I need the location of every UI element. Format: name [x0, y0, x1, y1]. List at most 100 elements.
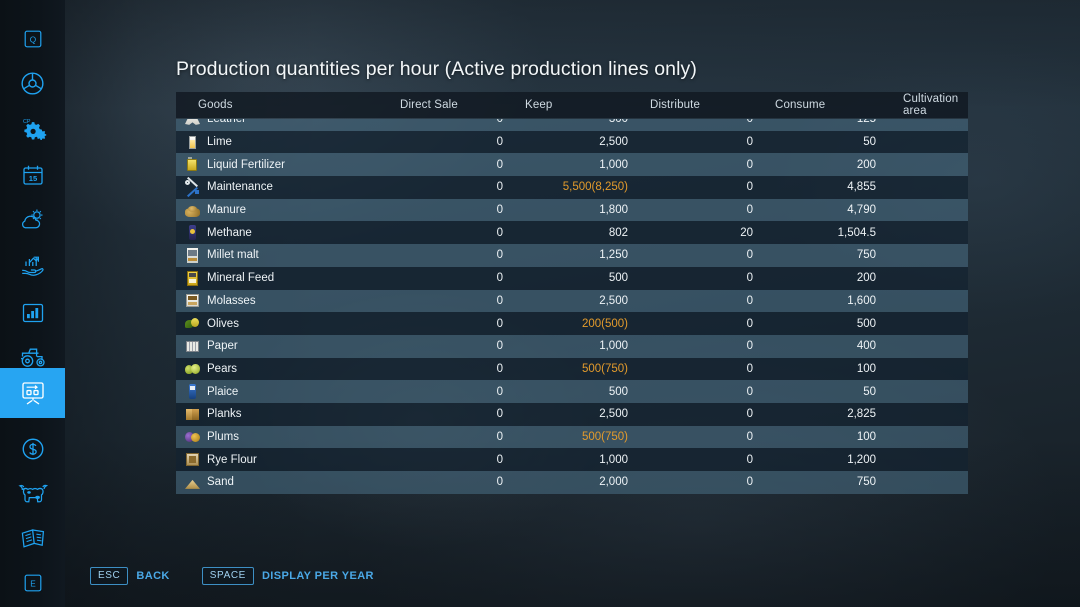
left-sidebar: Q CP 15 E: [0, 0, 65, 607]
distribute-value: 0: [746, 340, 753, 353]
e-key-icon: E: [22, 572, 44, 594]
table-row[interactable]: Leather 0 300 0 125: [176, 119, 968, 131]
plaice-icon: [185, 384, 200, 400]
direct-sale-value: 0: [496, 158, 503, 171]
sidebar-item-weather[interactable]: [0, 194, 65, 244]
cp-gears-icon: CP: [19, 115, 47, 143]
direct-sale-value: 0: [496, 362, 503, 375]
consume-value: 1,600: [847, 294, 876, 307]
distribute-value: 0: [746, 317, 753, 330]
table-row[interactable]: Lime 0 2,500 0 50: [176, 130, 968, 154]
distribute-value: 0: [746, 294, 753, 307]
distribute-value: 0: [746, 158, 753, 171]
sidebar-item-courseplay[interactable]: CP: [0, 104, 65, 154]
consume-value: 750: [856, 249, 876, 262]
svg-text:15: 15: [28, 174, 37, 183]
table-row[interactable]: Manure 0 1,800 0 4,790: [176, 198, 968, 222]
table-row[interactable]: Methane 0 802 20 1,504.5: [176, 221, 968, 245]
keep-value: 500: [608, 385, 628, 398]
distribute-value: 0: [746, 272, 753, 285]
consume-value: 50: [863, 136, 876, 149]
direct-sale-value: 0: [496, 294, 503, 307]
consume-value: 750: [856, 476, 876, 489]
footer-hints: ESC BACK SPACE DISPLAY PER YEAR: [90, 567, 374, 585]
keep-value: 1,000: [599, 340, 628, 353]
table-body: Leather 0 300 0 125 Lime 0 2,500 0 50 Liquid Ferti…: [176, 119, 968, 494]
direct-sale-value: 0: [496, 476, 503, 489]
table-row[interactable]: Sand 0 2,000 0 750: [176, 471, 968, 494]
weather-icon: [19, 207, 46, 232]
goods-cell: Liquid Fertilizer: [176, 157, 400, 172]
sidebar-item-contracts[interactable]: [0, 514, 65, 564]
goods-name: Manure: [207, 204, 246, 217]
goods-cell: Millet malt: [176, 247, 400, 263]
goods-cell: Planks: [176, 407, 400, 422]
sidebar-item-map[interactable]: E: [0, 558, 65, 607]
keep-value: 1,250: [599, 249, 628, 262]
leather-icon: [185, 119, 200, 127]
production-panel: Production quantities per hour (Active p…: [176, 58, 968, 518]
dollar-circle-icon: [20, 436, 46, 462]
table-row[interactable]: Millet malt 0 1,250 0 750: [176, 244, 968, 267]
direct-sale-value: 0: [496, 430, 503, 443]
millet-malt-icon: [185, 247, 200, 263]
consume-value: 200: [856, 158, 876, 171]
sidebar-item-help[interactable]: Q: [0, 14, 65, 64]
contracts-icon: [19, 526, 47, 552]
table-row[interactable]: Rye Flour 0 1,000 0 1,200: [176, 448, 968, 471]
q-key-icon: Q: [22, 28, 44, 50]
sidebar-item-vehicles[interactable]: [0, 58, 65, 108]
goods-name: Rye Flour: [207, 453, 257, 466]
consume-value: 4,790: [847, 204, 876, 217]
goods-name: Planks: [207, 408, 242, 421]
table-row[interactable]: Planks 0 2,500 0 2,825: [176, 402, 968, 426]
table-row[interactable]: Pears 0 500(750) 0 100: [176, 357, 968, 381]
consume-value: 100: [856, 362, 876, 375]
manure-icon: [185, 203, 200, 218]
production-board-icon: [19, 379, 47, 407]
direct-sale-value: 0: [496, 317, 503, 330]
table-row[interactable]: Plaice 0 500 0 50: [176, 380, 968, 403]
distribute-value: 0: [746, 181, 753, 194]
goods-name: Sand: [207, 476, 234, 489]
footer-hint-back[interactable]: ESC BACK: [90, 567, 170, 585]
table-row[interactable]: Molasses 0 2,500 0 1,600: [176, 289, 968, 313]
footer-hint-display-per-year[interactable]: SPACE DISPLAY PER YEAR: [201, 567, 374, 585]
table-row[interactable]: Maintenance 0 5,500(8,250) 0 4,855: [176, 176, 968, 199]
table-row[interactable]: Olives 0 200(500) 0 500: [176, 312, 968, 335]
goods-cell: Olives: [176, 316, 400, 331]
table-header-row: Goods Direct Sale Keep Distribute Consum…: [176, 92, 968, 118]
table-row[interactable]: Liquid Fertilizer 0 1,000 0 200: [176, 153, 968, 177]
direct-sale-value: 0: [496, 272, 503, 285]
sidebar-item-animals[interactable]: [0, 468, 65, 518]
distribute-value: 0: [746, 408, 753, 421]
goods-name: Millet malt: [207, 249, 259, 262]
goods-name: Leather: [207, 119, 247, 126]
goods-cell: Maintenance: [176, 176, 400, 197]
sidebar-item-finances[interactable]: [0, 424, 65, 474]
olives-icon: [185, 316, 200, 331]
sidebar-item-calendar[interactable]: 15: [0, 150, 65, 200]
sidebar-item-statistics[interactable]: [0, 288, 65, 338]
hand-chart-icon: [19, 252, 47, 278]
table-row[interactable]: Mineral Feed 0 500 0 200: [176, 266, 968, 290]
goods-name: Molasses: [207, 294, 256, 307]
goods-name: Paper: [207, 340, 238, 353]
goods-cell: Paper: [176, 339, 400, 354]
consume-value: 1,504.5: [837, 226, 876, 239]
planks-icon: [185, 407, 200, 422]
goods-name: Olives: [207, 317, 239, 330]
table-row[interactable]: Plums 0 500(750) 0 100: [176, 425, 968, 449]
liquid-fertilizer-icon: [185, 157, 200, 172]
table-row[interactable]: Paper 0 1,000 0 400: [176, 334, 968, 358]
sidebar-item-production[interactable]: [0, 368, 65, 418]
column-header-goods: Goods: [198, 99, 233, 111]
sidebar-item-prices[interactable]: [0, 240, 65, 290]
distribute-value: 20: [740, 226, 753, 239]
goods-cell: Rye Flour: [176, 452, 400, 467]
svg-text:CP: CP: [23, 119, 31, 125]
direct-sale-value: 0: [496, 204, 503, 217]
direct-sale-value: 0: [496, 226, 503, 239]
calendar-15-icon: 15: [21, 163, 45, 187]
direct-sale-value: 0: [496, 408, 503, 421]
